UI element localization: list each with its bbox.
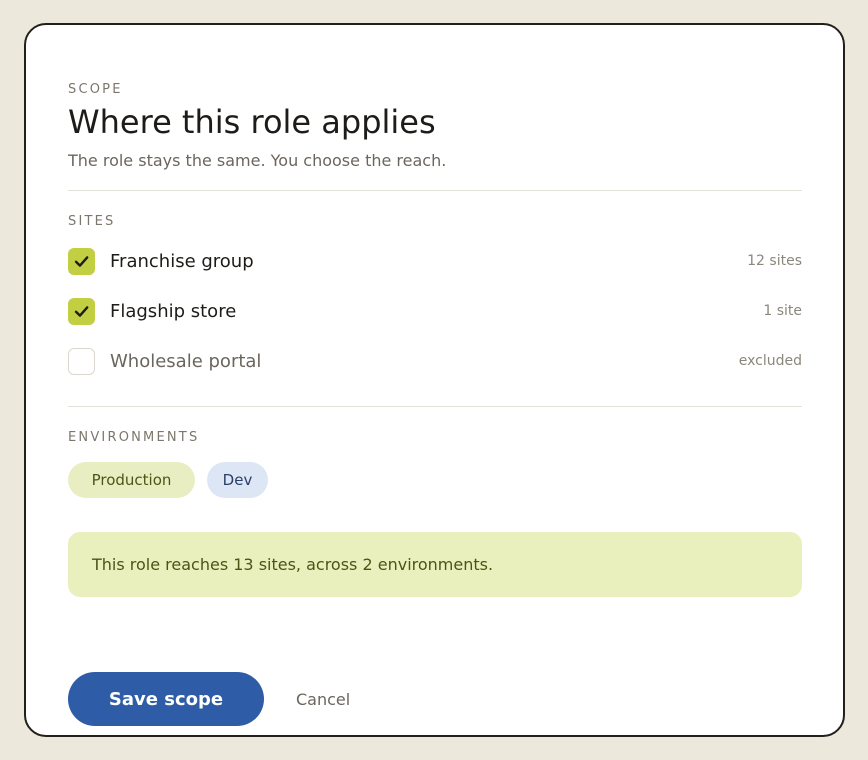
sites-heading: SITES <box>68 214 116 229</box>
check-icon <box>74 305 89 317</box>
site-checkbox-wholesale-portal[interactable] <box>68 347 95 375</box>
environment-chip-dev[interactable]: Dev <box>207 462 268 498</box>
reach-summary: This role reaches 13 sites, across 2 env… <box>68 532 802 597</box>
site-status: excluded <box>738 353 802 369</box>
site-row-wholesale-portal[interactable]: Wholesale portal excluded <box>68 347 802 375</box>
scope-dialog: SCOPE Where this role applies The role s… <box>24 23 845 737</box>
page-subtitle: The role stays the same. You choose the … <box>68 151 447 170</box>
site-row-flagship-store[interactable]: Flagship store 1 site <box>68 297 802 325</box>
site-label: Franchise group <box>110 250 254 272</box>
section-eyebrow: SCOPE <box>68 82 123 97</box>
site-label: Wholesale portal <box>110 350 262 372</box>
divider <box>68 406 802 407</box>
save-scope-button[interactable]: Save scope <box>68 672 264 726</box>
site-count: 1 site <box>763 303 802 319</box>
environments-heading: ENVIRONMENTS <box>68 430 200 445</box>
site-count: 12 sites <box>747 253 802 269</box>
environment-chip-production[interactable]: Production <box>68 462 195 498</box>
check-icon <box>74 255 89 267</box>
cancel-button[interactable]: Cancel <box>296 672 350 726</box>
site-row-franchise-group[interactable]: Franchise group 12 sites <box>68 247 802 275</box>
reach-summary-text: This role reaches 13 sites, across 2 env… <box>92 555 494 574</box>
divider <box>68 190 802 191</box>
site-checkbox-franchise-group[interactable] <box>68 247 95 275</box>
site-label: Flagship store <box>110 300 237 322</box>
page-title: Where this role applies <box>68 103 436 141</box>
site-checkbox-flagship-store[interactable] <box>68 297 95 325</box>
